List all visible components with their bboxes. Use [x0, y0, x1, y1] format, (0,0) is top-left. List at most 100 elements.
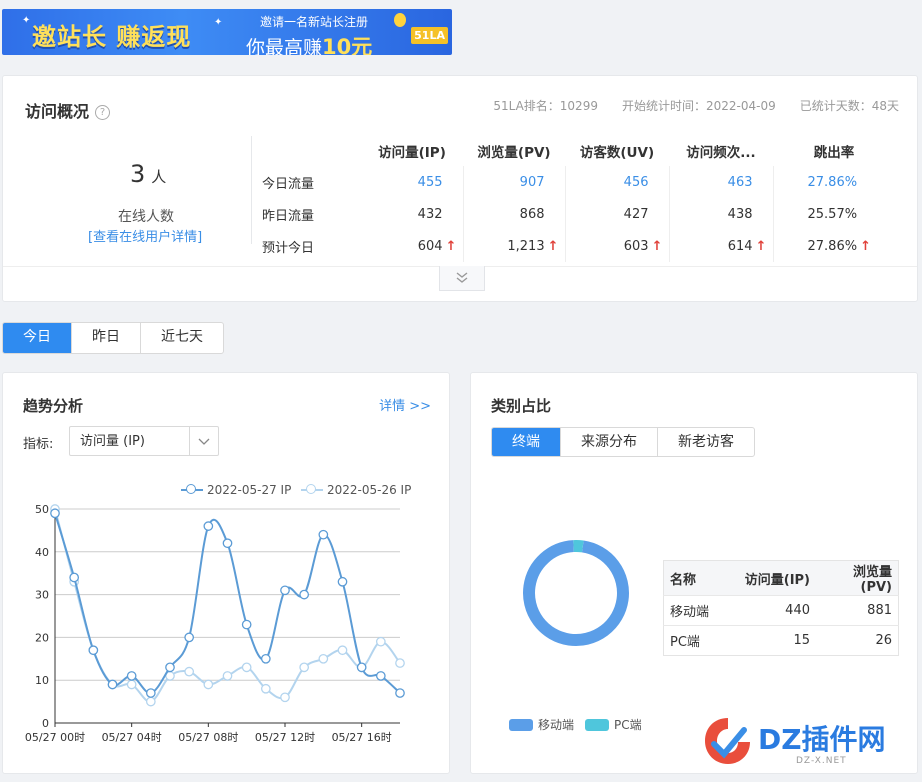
tab-today[interactable]: 今日: [3, 323, 71, 353]
banner-line2: 你最高赚10元: [246, 35, 373, 55]
col-header: 浏览量(PV): [477, 145, 551, 161]
promo-banner[interactable]: ✦ ✦ 邀站长 赚返现 邀请一名新站长注册 你最高赚10元 51LA: [2, 9, 452, 55]
data-point: [395, 688, 405, 698]
data-point: [337, 645, 348, 656]
tab-source[interactable]: 来源分布: [560, 428, 657, 456]
trend-title: 趋势分析: [23, 397, 84, 415]
data-point: [203, 679, 214, 690]
trend-detail-link[interactable]: 详情 >>: [379, 395, 431, 414]
chevron-down-icon: [189, 427, 218, 455]
x-tick-label: 05/27 16时: [332, 731, 392, 744]
tab-terminal[interactable]: 终端: [492, 428, 560, 456]
metric-label: 指标:: [23, 437, 54, 452]
data-point: [260, 653, 271, 664]
col-header: 名称: [663, 560, 734, 596]
table-row: 今日流量 455 907 456 463 27.86%: [261, 166, 895, 198]
legend-marker: [585, 719, 609, 731]
data-point: [184, 666, 195, 677]
divider: [251, 136, 252, 244]
data-point: [318, 653, 329, 664]
terminal-donut-chart: [523, 540, 630, 647]
data-point: [280, 585, 290, 596]
table-row: 移动端 440 881: [663, 595, 899, 626]
data-point: [88, 645, 99, 656]
data-point: [222, 538, 233, 549]
sparkle-icon: ✦: [214, 17, 223, 28]
table-row: 预计今日 604 ↑ 1,213 ↑ 603 ↑ 614 ↑ 27.86% ↑: [261, 230, 895, 262]
watermark-sub: DZ-X.NET: [796, 756, 847, 766]
y-tick-label: 0: [42, 717, 49, 730]
y-tick-label: 30: [35, 589, 49, 602]
x-tick-label: 05/27 04时: [102, 731, 162, 744]
banner-line1: 邀请一名新站长注册: [260, 15, 369, 29]
coin-icon: [394, 13, 406, 27]
data-point: [165, 662, 175, 673]
chevron-double-down-icon: [456, 272, 468, 283]
metric-select[interactable]: 访问量 (IP): [69, 426, 219, 456]
legend-marker: [509, 719, 533, 731]
sparkle-icon: ✦: [22, 15, 31, 26]
legend-marker: [301, 484, 323, 495]
rank-text: 51LA排名：10299: [493, 99, 598, 113]
overview-title: 访问概况?: [25, 98, 111, 122]
arrow-up-icon: ↑: [651, 238, 663, 254]
data-point: [318, 529, 329, 540]
category-title: 类别占比: [491, 397, 552, 415]
data-point: [126, 679, 137, 690]
tab-new-returning[interactable]: 新老访客: [657, 428, 754, 456]
data-point: [126, 671, 137, 681]
watermark-logo: DZ插件网 DZ-X.NET: [700, 712, 910, 772]
data-point: [145, 688, 156, 698]
data-point: [395, 658, 405, 668]
y-tick-label: 40: [35, 546, 49, 559]
data-point: [50, 508, 60, 519]
data-point: [375, 636, 386, 647]
legend-item[interactable]: PC端: [585, 716, 642, 733]
legend-item[interactable]: 2022-05-27 IP: [181, 483, 291, 497]
y-tick-label: 50: [35, 503, 49, 516]
col-header: 浏览量(PV): [816, 560, 899, 596]
y-tick-label: 20: [35, 631, 49, 644]
legend-item[interactable]: 移动端: [509, 716, 574, 733]
col-header: 访问量(IP): [734, 560, 816, 596]
online-label: 在线人数: [118, 209, 174, 225]
legend-marker: [181, 484, 203, 495]
arrow-up-icon: ↑: [755, 238, 767, 254]
data-point: [184, 632, 195, 643]
data-point: [299, 662, 310, 673]
table-row: 昨日流量 432 868 427 438 25.57%: [261, 198, 895, 230]
category-table: 名称 访问量(IP) 浏览量(PV) 移动端 440 881 PC端 15 26: [663, 560, 899, 656]
expand-button[interactable]: [439, 266, 485, 291]
data-point: [241, 662, 252, 673]
arrow-up-icon: ↑: [445, 238, 457, 254]
donut-slice[interactable]: [523, 540, 630, 647]
table-row: PC端 15 26: [663, 625, 899, 656]
x-tick-label: 05/27 00时: [25, 731, 85, 744]
category-tabs: 终端 来源分布 新老访客: [491, 427, 755, 457]
legend-item[interactable]: 2022-05-26 IP: [301, 483, 411, 497]
tab-yesterday[interactable]: 昨日: [71, 323, 140, 353]
arrow-up-icon: ↑: [860, 238, 871, 254]
data-point: [280, 692, 290, 703]
banner-badge: 51LA: [411, 27, 448, 44]
start-date-text: 开始统计时间：2022-04-09: [621, 99, 776, 113]
data-point: [260, 683, 271, 694]
arrow-up-icon: ↑: [547, 238, 559, 254]
data-point: [356, 662, 367, 673]
overview-meta: 51LA排名：10299 开始统计时间：2022-04-09 已统计天数：48天: [469, 97, 899, 114]
data-point: [203, 521, 214, 531]
x-tick-label: 05/27 12时: [255, 731, 315, 744]
col-header: 跳出率: [813, 145, 855, 161]
data-point: [222, 671, 233, 681]
date-range-tabs: 今日 昨日 近七天: [2, 322, 224, 354]
online-users-link[interactable]: [查看在线用户详情]: [88, 226, 202, 245]
x-tick-label: 05/27 08时: [178, 731, 238, 744]
tab-last-7-days[interactable]: 近七天: [140, 323, 223, 353]
stats-table: 访问量(IP) 浏览量(PV) 访客数(UV) 访问频次... 跳出率 今日流量…: [261, 136, 895, 262]
data-point: [241, 619, 252, 630]
help-icon[interactable]: ?: [95, 105, 111, 120]
data-point: [375, 671, 386, 681]
data-point: [107, 679, 118, 690]
days-text: 已统计天数：48天: [799, 99, 899, 113]
data-point: [299, 589, 310, 600]
